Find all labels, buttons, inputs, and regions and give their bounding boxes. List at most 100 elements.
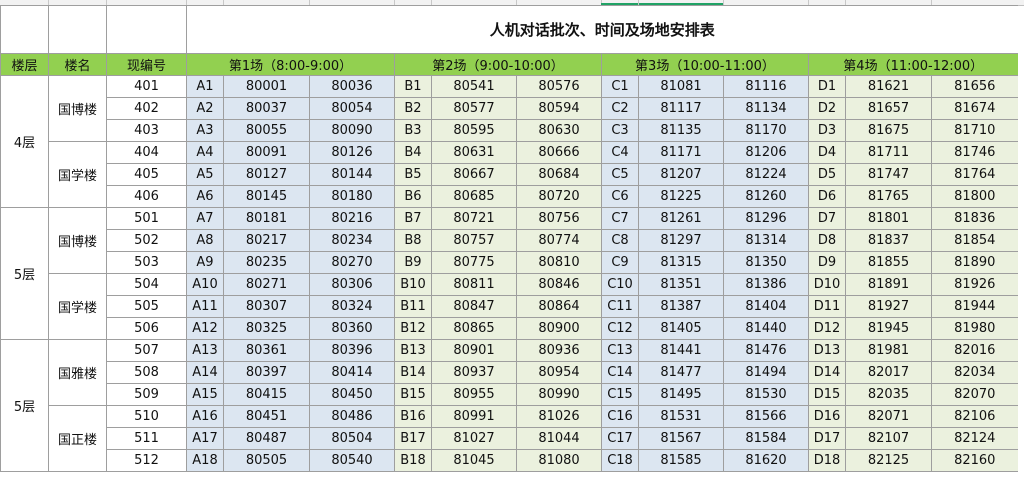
end-id-cell[interactable]: 81080 <box>516 449 602 472</box>
floor-cell[interactable]: 5层 <box>0 339 49 472</box>
end-id-cell[interactable]: 80450 <box>309 383 395 406</box>
end-id-cell[interactable]: 81566 <box>723 405 809 428</box>
end-id-cell[interactable]: 80414 <box>309 361 395 384</box>
batch-code-cell[interactable]: C14 <box>601 361 639 384</box>
start-id-cell[interactable]: 81225 <box>638 185 724 208</box>
batch-code-cell[interactable]: B7 <box>394 207 432 230</box>
batch-code-cell[interactable]: D6 <box>808 185 846 208</box>
end-id-cell[interactable]: 80360 <box>309 317 395 340</box>
table-title[interactable]: 人机对话批次、时间及场地安排表 <box>186 5 1018 54</box>
start-id-cell[interactable]: 80055 <box>223 119 310 142</box>
end-id-cell[interactable]: 81476 <box>723 339 809 362</box>
start-id-cell[interactable]: 80667 <box>431 163 517 186</box>
end-id-cell[interactable]: 81530 <box>723 383 809 406</box>
batch-code-cell[interactable]: C15 <box>601 383 639 406</box>
start-id-cell[interactable]: 82035 <box>845 383 932 406</box>
batch-code-cell[interactable]: D4 <box>808 141 846 164</box>
batch-code-cell[interactable]: A5 <box>186 163 224 186</box>
end-id-cell[interactable]: 81674 <box>931 97 1018 120</box>
batch-code-cell[interactable]: B10 <box>394 273 432 296</box>
end-id-cell[interactable]: 81620 <box>723 449 809 472</box>
start-id-cell[interactable]: 81765 <box>845 185 932 208</box>
batch-code-cell[interactable]: C5 <box>601 163 639 186</box>
start-id-cell[interactable]: 80541 <box>431 75 517 98</box>
batch-code-cell[interactable]: B12 <box>394 317 432 340</box>
batch-code-cell[interactable]: A12 <box>186 317 224 340</box>
end-id-cell[interactable]: 80144 <box>309 163 395 186</box>
start-id-cell[interactable]: 80955 <box>431 383 517 406</box>
batch-code-cell[interactable]: D7 <box>808 207 846 230</box>
room-number-cell[interactable]: 401 <box>106 75 187 98</box>
batch-code-cell[interactable]: B16 <box>394 405 432 428</box>
end-id-cell[interactable]: 80954 <box>516 361 602 384</box>
batch-code-cell[interactable]: D8 <box>808 229 846 252</box>
start-id-cell[interactable]: 81207 <box>638 163 724 186</box>
batch-code-cell[interactable]: A14 <box>186 361 224 384</box>
start-id-cell[interactable]: 81405 <box>638 317 724 340</box>
batch-code-cell[interactable]: B3 <box>394 119 432 142</box>
batch-code-cell[interactable]: D14 <box>808 361 846 384</box>
end-id-cell[interactable]: 82160 <box>931 449 1018 472</box>
start-id-cell[interactable]: 81045 <box>431 449 517 472</box>
header-session-3[interactable]: 第3场（10:00-11:00） <box>601 53 809 76</box>
end-id-cell[interactable]: 82034 <box>931 361 1018 384</box>
room-number-cell[interactable]: 507 <box>106 339 187 362</box>
batch-code-cell[interactable]: A18 <box>186 449 224 472</box>
end-id-cell[interactable]: 81044 <box>516 427 602 450</box>
batch-code-cell[interactable]: C16 <box>601 405 639 428</box>
room-number-cell[interactable]: 509 <box>106 383 187 406</box>
end-id-cell[interactable]: 80720 <box>516 185 602 208</box>
batch-code-cell[interactable]: B14 <box>394 361 432 384</box>
batch-code-cell[interactable]: D16 <box>808 405 846 428</box>
end-id-cell[interactable]: 80990 <box>516 383 602 406</box>
start-id-cell[interactable]: 81747 <box>845 163 932 186</box>
start-id-cell[interactable]: 82071 <box>845 405 932 428</box>
batch-code-cell[interactable]: C11 <box>601 295 639 318</box>
start-id-cell[interactable]: 80271 <box>223 273 310 296</box>
batch-code-cell[interactable]: C2 <box>601 97 639 120</box>
end-id-cell[interactable]: 80630 <box>516 119 602 142</box>
start-id-cell[interactable]: 80991 <box>431 405 517 428</box>
blank-cell[interactable] <box>48 5 107 54</box>
batch-code-cell[interactable]: D17 <box>808 427 846 450</box>
end-id-cell[interactable]: 80684 <box>516 163 602 186</box>
batch-code-cell[interactable]: A1 <box>186 75 224 98</box>
batch-code-cell[interactable]: C10 <box>601 273 639 296</box>
batch-code-cell[interactable]: C1 <box>601 75 639 98</box>
batch-code-cell[interactable]: D11 <box>808 295 846 318</box>
start-id-cell[interactable]: 81135 <box>638 119 724 142</box>
building-cell[interactable]: 国博楼 <box>48 75 107 142</box>
room-number-cell[interactable]: 512 <box>106 449 187 472</box>
start-id-cell[interactable]: 80811 <box>431 273 517 296</box>
start-id-cell[interactable]: 81675 <box>845 119 932 142</box>
header-building[interactable]: 楼名 <box>48 53 107 76</box>
blank-cell[interactable] <box>0 5 49 54</box>
start-id-cell[interactable]: 80235 <box>223 251 310 274</box>
batch-code-cell[interactable]: D9 <box>808 251 846 274</box>
start-id-cell[interactable]: 80487 <box>223 427 310 450</box>
start-id-cell[interactable]: 81927 <box>845 295 932 318</box>
header-floor[interactable]: 楼层 <box>0 53 49 76</box>
header-session-4[interactable]: 第4场（11:00-12:00） <box>808 53 1018 76</box>
batch-code-cell[interactable]: C17 <box>601 427 639 450</box>
start-id-cell[interactable]: 81387 <box>638 295 724 318</box>
room-number-cell[interactable]: 504 <box>106 273 187 296</box>
start-id-cell[interactable]: 81837 <box>845 229 932 252</box>
end-id-cell[interactable]: 81134 <box>723 97 809 120</box>
batch-code-cell[interactable]: B15 <box>394 383 432 406</box>
start-id-cell[interactable]: 80001 <box>223 75 310 98</box>
batch-code-cell[interactable]: C4 <box>601 141 639 164</box>
building-cell[interactable]: 国学楼 <box>48 141 107 208</box>
start-id-cell[interactable]: 80127 <box>223 163 310 186</box>
start-id-cell[interactable]: 81855 <box>845 251 932 274</box>
start-id-cell[interactable]: 81081 <box>638 75 724 98</box>
batch-code-cell[interactable]: A2 <box>186 97 224 120</box>
batch-code-cell[interactable]: B18 <box>394 449 432 472</box>
batch-code-cell[interactable]: C13 <box>601 339 639 362</box>
start-id-cell[interactable]: 81477 <box>638 361 724 384</box>
batch-code-cell[interactable]: C3 <box>601 119 639 142</box>
start-id-cell[interactable]: 81531 <box>638 405 724 428</box>
batch-code-cell[interactable]: D2 <box>808 97 846 120</box>
start-id-cell[interactable]: 80631 <box>431 141 517 164</box>
batch-code-cell[interactable]: A3 <box>186 119 224 142</box>
